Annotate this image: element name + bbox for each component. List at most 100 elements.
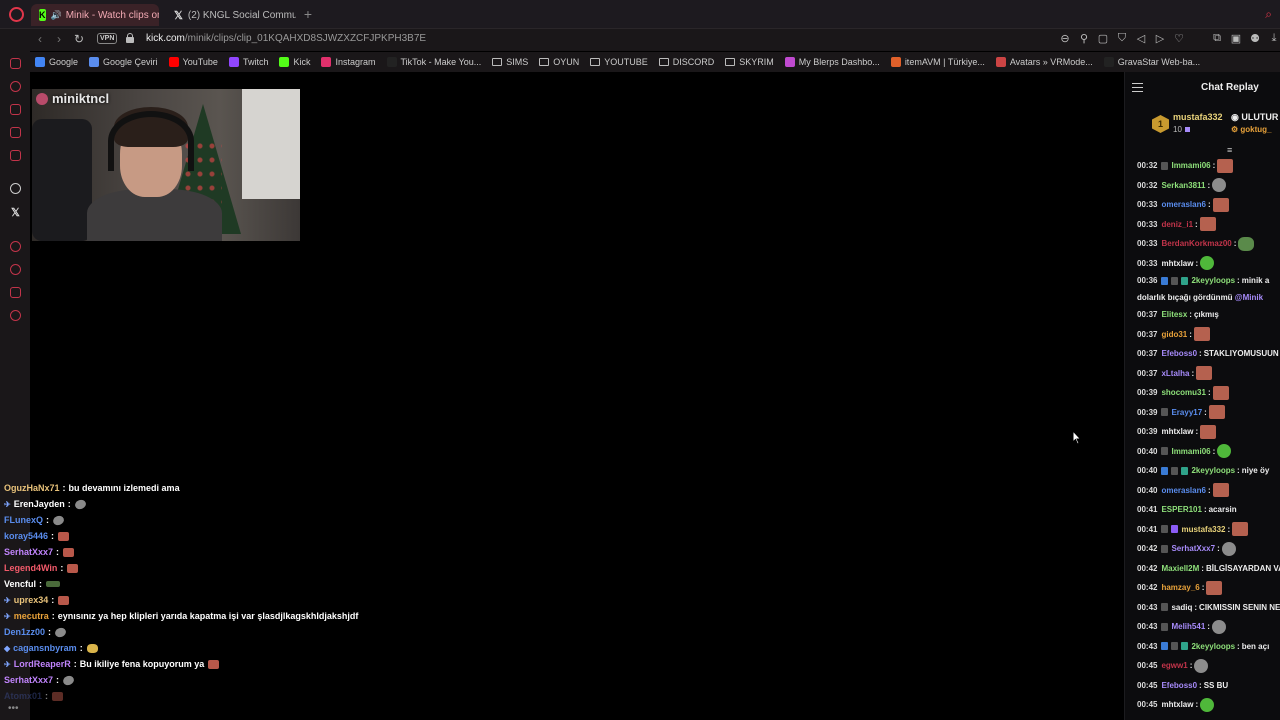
chat-username[interactable]: 2keyyloops xyxy=(1191,466,1235,475)
bookmark-item[interactable]: Avatars » VRMode... xyxy=(995,57,1093,67)
chat-username[interactable]: Efeboss0 xyxy=(1161,681,1197,690)
sidebar-x-icon[interactable]: 𝕏 xyxy=(11,206,20,219)
tab-kngl-social[interactable]: 𝕏 (2) KNGL Social Communi xyxy=(166,4,296,26)
chat-username[interactable]: Efeboss0 xyxy=(1161,349,1197,358)
chat-timestamp: 00:43 xyxy=(1137,602,1158,612)
sidebar-history-icon[interactable] xyxy=(10,264,21,275)
bookmark-item[interactable]: itemAVM | Türkiye... xyxy=(890,57,985,67)
emote-icon xyxy=(58,595,70,605)
sidebar-settings-icon[interactable] xyxy=(10,310,21,321)
bookmark-item[interactable]: Twitch xyxy=(228,57,268,67)
overlay-chat-line: ✈ LordReaperR: Bu ikiliye fena kopuyorum y… xyxy=(4,656,424,672)
bookmark-item[interactable]: My Blerps Dashbo... xyxy=(784,57,880,67)
emote-icon xyxy=(61,673,76,687)
bookmark-item[interactable]: SIMS xyxy=(492,57,528,67)
bookmark-item[interactable]: YOUTUBE xyxy=(590,57,648,67)
chat-badge-icon: ✈ xyxy=(4,499,11,509)
chat-username[interactable]: mhtxlaw xyxy=(1161,427,1193,436)
sidebar-bag-icon[interactable] xyxy=(10,104,21,115)
chat-username[interactable]: Elitesx xyxy=(1161,310,1187,319)
bookmark-item[interactable]: GravaStar Web-ba... xyxy=(1103,57,1201,67)
forward-icon[interactable]: › xyxy=(57,32,61,46)
bookmark-label: YOUTUBE xyxy=(604,57,648,67)
chat-username[interactable]: Erayy17 xyxy=(1171,408,1202,417)
chat-username[interactable]: xLtalha xyxy=(1161,369,1189,378)
new-tab-plus-icon[interactable]: + xyxy=(301,7,315,21)
back-icon[interactable]: ‹ xyxy=(38,32,42,46)
heart-icon[interactable]: ♡ xyxy=(1173,32,1185,45)
chat-username[interactable]: egww1 xyxy=(1161,661,1187,670)
chat-badge-icon xyxy=(1161,161,1169,170)
sidebar-messenger-icon[interactable] xyxy=(10,150,21,161)
bookmark-item[interactable]: Instagram xyxy=(321,57,376,67)
bookmark-item[interactable]: Kick xyxy=(279,57,310,67)
extensions-icon[interactable]: ⧉ xyxy=(1211,32,1223,45)
third-gifter-name[interactable]: ⚙ goktug_ xyxy=(1231,125,1272,134)
play-icon[interactable]: ▷ xyxy=(1154,32,1166,45)
chat-username[interactable]: BerdanKorkmaz00 xyxy=(1161,239,1231,248)
bookmark-item[interactable]: Google xyxy=(35,57,78,67)
speaker-icon[interactable]: 🔊 xyxy=(51,10,62,21)
chat-username[interactable]: 2keyyloops xyxy=(1191,642,1235,651)
bookmark-item[interactable]: Google Çeviri xyxy=(89,57,158,67)
chat-username[interactable]: Immami06 xyxy=(1171,447,1210,456)
bookmark-item[interactable]: OYUN xyxy=(539,57,579,67)
sidebar-home-icon[interactable] xyxy=(10,58,21,69)
chat-username[interactable]: SerhatXxx7 xyxy=(1171,544,1215,553)
lock-icon[interactable] xyxy=(126,33,134,43)
collapse-chat-icon[interactable] xyxy=(1132,83,1143,92)
tab-minik-clip[interactable]: K 🔊 Minik - Watch clips on xyxy=(31,4,159,26)
emote-icon xyxy=(208,659,220,669)
tab-title: (2) KNGL Social Communi xyxy=(187,9,296,21)
opera-logo-icon[interactable] xyxy=(9,7,24,22)
sidebar-refresh-icon[interactable] xyxy=(10,81,21,92)
chat-username[interactable]: mhtxlaw xyxy=(1161,700,1193,709)
tab-search-icon[interactable]: ⌕ xyxy=(1265,7,1272,22)
pin-icon[interactable]: ⚲ xyxy=(1078,32,1090,45)
chat-username[interactable]: sadiq xyxy=(1171,603,1192,612)
share-icon[interactable]: ◁ xyxy=(1135,32,1147,45)
chat-username[interactable]: omeraslan6 xyxy=(1161,200,1205,209)
chat-badge-icon xyxy=(1161,276,1169,285)
chat-line: 00:37 xLtalha: xyxy=(1137,364,1280,384)
bookmark-item[interactable]: SKYRIM xyxy=(725,57,774,67)
chat-username[interactable]: mhtxlaw xyxy=(1161,259,1193,268)
chat-username[interactable]: Immami06 xyxy=(1171,161,1210,170)
profile-icon[interactable]: ⚉ xyxy=(1249,32,1261,45)
wallet-icon[interactable]: ▣ xyxy=(1230,32,1242,45)
second-gifter-name[interactable]: ◉ ULUTUR xyxy=(1231,112,1278,123)
sidebar-extensions-icon[interactable] xyxy=(10,287,21,298)
url-field[interactable]: kick.com/minik/clips/clip_01KQAHXD8SJWZX… xyxy=(146,33,426,44)
shield-icon[interactable]: ⛉ xyxy=(1116,32,1128,45)
sidebar-gamepad-icon[interactable] xyxy=(10,127,21,138)
sidebar-player-icon[interactable] xyxy=(10,241,21,252)
chat-username[interactable]: hamzay_6 xyxy=(1161,583,1199,592)
bookmark-item[interactable]: YouTube xyxy=(168,57,218,67)
chat-username[interactable]: Melih541 xyxy=(1171,622,1205,631)
chat-username[interactable]: mustafa332 xyxy=(1181,525,1225,534)
download-icon[interactable]: ⤓ xyxy=(1268,32,1280,45)
bookmark-label: GravaStar Web-ba... xyxy=(1117,57,1201,67)
vpn-badge[interactable]: VPN xyxy=(97,33,118,44)
chat-username[interactable]: omeraslan6 xyxy=(1161,486,1205,495)
chat-username[interactable]: ESPER101 xyxy=(1161,505,1201,514)
chat-username[interactable]: gido31 xyxy=(1161,330,1187,339)
chat-username[interactable]: Serkan3811 xyxy=(1161,181,1205,190)
sidebar-chatgpt-icon[interactable] xyxy=(10,183,21,194)
more-dots-icon[interactable]: ••• xyxy=(8,703,19,714)
zoom-icon[interactable]: ⊖ xyxy=(1059,32,1071,45)
chat-line: 00:37 Elitesx: çıkmış xyxy=(1137,310,1219,320)
bookmark-label: itemAVM | Türkiye... xyxy=(904,57,985,67)
chat-line: 00:45 mhtxlaw: xyxy=(1137,695,1280,715)
filter-icon[interactable]: ≡ xyxy=(1227,145,1232,155)
bookmark-item[interactable]: TikTok - Make You... xyxy=(386,57,481,67)
chat-username[interactable]: shocomu31 xyxy=(1161,388,1205,397)
reload-icon[interactable]: ↻ xyxy=(74,32,84,46)
chat-username[interactable]: 2keyyloops xyxy=(1191,276,1235,285)
bookmark-item[interactable]: DISCORD xyxy=(658,57,714,67)
top-gifter-name[interactable]: mustafa332 xyxy=(1173,112,1223,122)
snapshot-icon[interactable]: ▢ xyxy=(1097,32,1109,45)
chat-username[interactable]: deniz_i1 xyxy=(1161,220,1193,229)
mention-link[interactable]: @Minik xyxy=(1235,293,1263,302)
chat-username[interactable]: Maxiell2M xyxy=(1161,564,1199,573)
